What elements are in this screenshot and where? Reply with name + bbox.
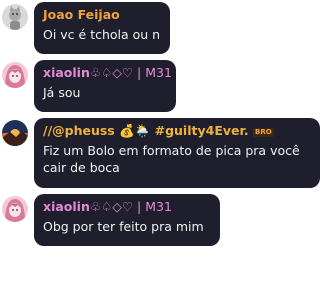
bro-badge: BRO [252, 128, 274, 137]
avatar[interactable] [2, 120, 28, 146]
author-name-text: xiaolin [43, 65, 90, 80]
author-name[interactable]: Joao Feijao [43, 7, 161, 23]
sunset-avatar-icon [2, 120, 28, 146]
author-name[interactable]: xiaolin♧♤◇♡ | M31 [43, 65, 172, 81]
author-suffix: ♧♤◇♡ | M31 [89, 199, 172, 214]
message-bubble[interactable]: //@pheuss 💰🌦️ #guilty4Ever. BRO Fiz um B… [34, 118, 320, 188]
author-name[interactable]: xiaolin♧♤◇♡ | M31 [43, 199, 211, 215]
message-bubble[interactable]: Joao Feijao Oi vc é tchola ou n [34, 2, 170, 54]
author-name-text: xiaolin [43, 199, 90, 214]
author-suffix: ♧♤◇♡ | M31 [89, 65, 172, 80]
avatar[interactable] [2, 196, 28, 222]
author-emojis: 💰🌦️ [119, 123, 151, 138]
message-text: Oi vc é tchola ou n [43, 27, 161, 42]
message-text: Já sou [43, 85, 81, 100]
avatar[interactable] [2, 62, 28, 88]
message-text: Fiz um Bolo em formato de pica pra você … [43, 143, 300, 175]
message-bubble[interactable]: xiaolin♧♤◇♡ | M31 Já sou [34, 60, 176, 112]
chat-log: Joao Feijao Oi vc é tchola ou n xiaolin♧… [0, 0, 320, 296]
author-name-text: //@pheuss [43, 123, 115, 138]
gray-cat-avatar-icon [2, 4, 28, 30]
anime-girl-avatar-icon [2, 196, 28, 222]
author-name[interactable]: //@pheuss 💰🌦️ #guilty4Ever. BRO [43, 123, 311, 139]
message-text: Obg por ter feito pra mim [43, 219, 204, 234]
anime-girl-avatar-icon [2, 62, 28, 88]
message-bubble[interactable]: xiaolin♧♤◇♡ | M31 Obg por ter feito pra … [34, 194, 220, 246]
author-tag: #guilty4Ever. [154, 123, 249, 138]
avatar[interactable] [2, 4, 28, 30]
